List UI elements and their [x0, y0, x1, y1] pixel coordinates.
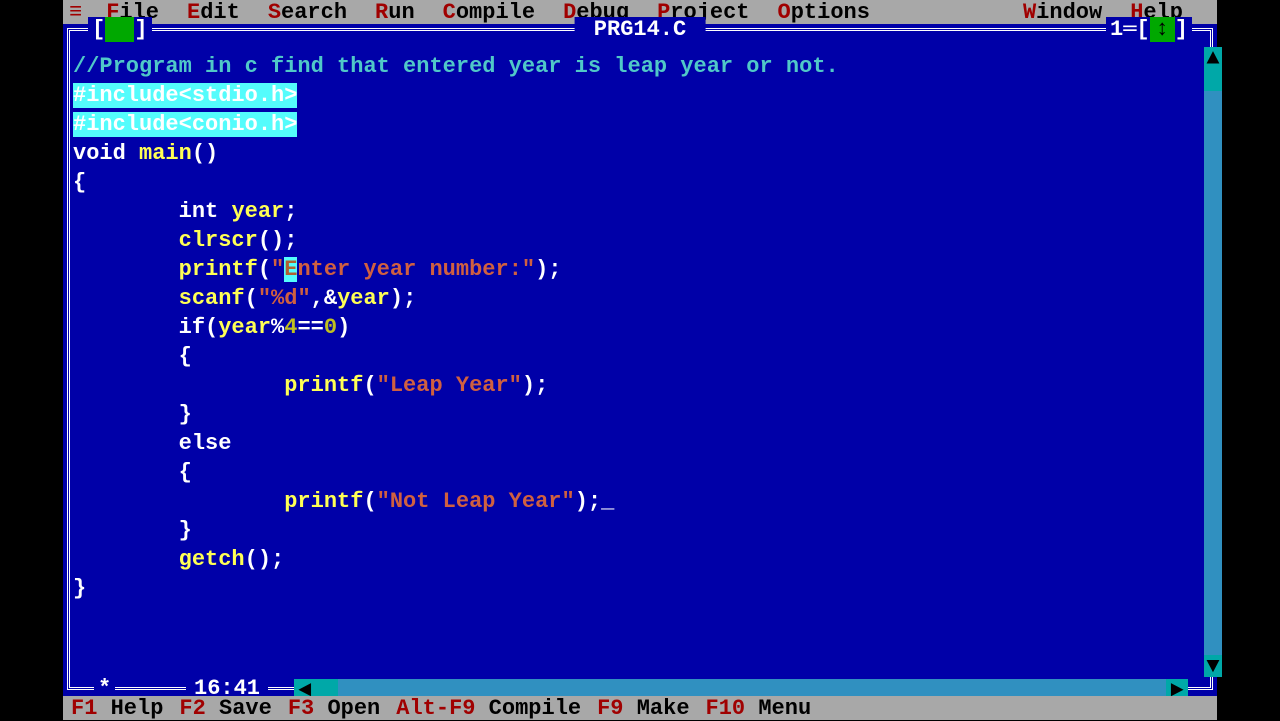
- code-line: printf("Not Leap Year");_: [73, 487, 1189, 516]
- code-line: }: [73, 400, 1189, 429]
- control-menu-icon[interactable]: ≡: [69, 0, 82, 25]
- code-line: printf("Leap Year");: [73, 371, 1189, 400]
- code-line: clrscr();: [73, 226, 1189, 255]
- menu-search[interactable]: Search: [268, 0, 347, 25]
- code-line: printf("Enter year number:");: [73, 255, 1189, 284]
- menu-compile[interactable]: Compile: [443, 0, 535, 25]
- code-line: getch();: [73, 545, 1189, 574]
- status-f10[interactable]: F10 Menu: [706, 696, 812, 721]
- menu-file[interactable]: File: [106, 0, 159, 25]
- status-bar[interactable]: F1 Help F2 Save F3 Open Alt-F9 Compile F9 Ma…: [63, 696, 1217, 720]
- window-title: PRG14.C: [575, 17, 706, 42]
- code-area[interactable]: //Program in c find that entered year is…: [73, 52, 1189, 666]
- status-f2[interactable]: F2 Save: [179, 696, 271, 721]
- code-line: int year;: [73, 197, 1189, 226]
- menu-edit[interactable]: Edit: [187, 0, 240, 25]
- menu-window[interactable]: Window: [1023, 0, 1102, 25]
- code-line: #include<conio.h>: [73, 110, 1189, 139]
- scroll-thumb-vertical[interactable]: [1204, 69, 1222, 91]
- scroll-down-icon[interactable]: ▼: [1204, 655, 1222, 677]
- code-line: else: [73, 429, 1189, 458]
- code-line: //Program in c find that entered year is…: [73, 52, 1189, 81]
- code-line: void main(): [73, 139, 1189, 168]
- code-line: }: [73, 516, 1189, 545]
- code-line: {: [73, 342, 1189, 371]
- code-line: #include<stdio.h>: [73, 81, 1189, 110]
- ide-window: ≡ FileEditSearchRunCompileDebugProjectOp…: [63, 0, 1217, 720]
- editor-window: [ ] PRG14.C 1═[↕] ▲ ▼ * 16:41 ◄ ► //Prog…: [63, 24, 1217, 696]
- vertical-scrollbar[interactable]: ▲ ▼: [1204, 47, 1222, 677]
- menu-run[interactable]: Run: [375, 0, 415, 25]
- code-line: {: [73, 168, 1189, 197]
- status-alt-f9[interactable]: Alt-F9 Compile: [396, 696, 581, 721]
- code-line: }: [73, 574, 1189, 603]
- status-f1[interactable]: F1 Help: [71, 696, 163, 721]
- scroll-up-icon[interactable]: ▲: [1204, 47, 1222, 69]
- code-line: if(year%4==0): [73, 313, 1189, 342]
- status-f9[interactable]: F9 Make: [597, 696, 689, 721]
- menu-options[interactable]: Options: [778, 0, 870, 25]
- status-f3[interactable]: F3 Open: [288, 696, 380, 721]
- code-line: {: [73, 458, 1189, 487]
- code-line: scanf("%d",&year);: [73, 284, 1189, 313]
- menu-help[interactable]: Help: [1130, 0, 1183, 25]
